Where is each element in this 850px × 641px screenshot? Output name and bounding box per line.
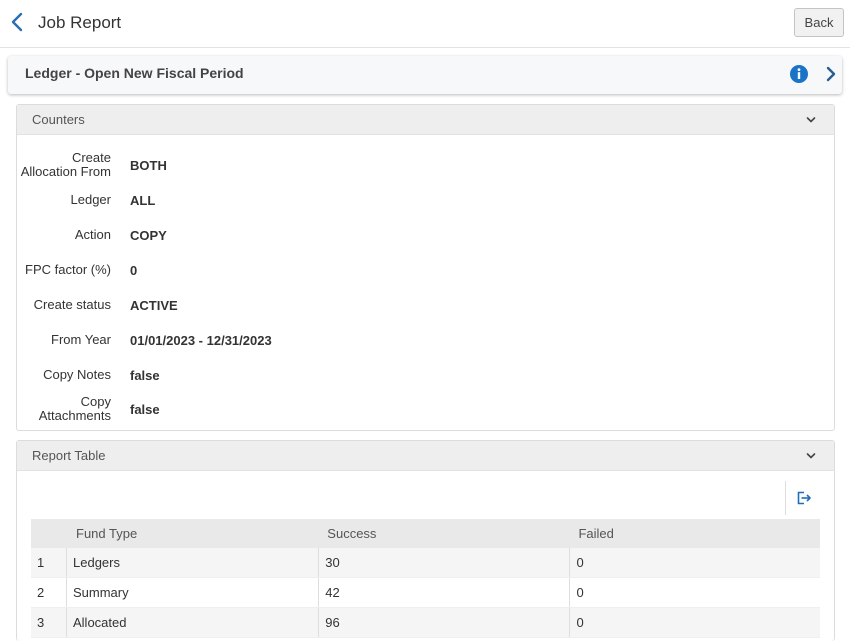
counters-section-title: Counters	[32, 112, 85, 127]
report-table-section-title: Report Table	[32, 448, 106, 463]
row-index: 1	[31, 548, 67, 578]
failed-cell: 0	[569, 607, 820, 638]
column-header-failed[interactable]: Failed	[569, 519, 820, 548]
counter-value: false	[130, 368, 160, 383]
counter-row-ledger: Ledger ALL	[17, 191, 832, 226]
counter-label: Create Allocation From	[20, 150, 111, 179]
failed-cell: 0	[569, 577, 820, 608]
counter-value: 0	[130, 263, 138, 278]
counter-label: Copy Attachments	[38, 394, 111, 423]
counter-value: ACTIVE	[130, 298, 178, 313]
table-row: 1 Ledgers 30 0	[31, 548, 820, 578]
fund-type-cell: Ledgers	[65, 548, 319, 578]
counters-section-header[interactable]: Counters	[17, 105, 834, 135]
counter-row-create-allocation-from: Create Allocation From BOTH	[17, 149, 832, 184]
process-title: Ledger - Open New Fiscal Period	[25, 65, 244, 81]
counter-label: From Year	[51, 332, 111, 347]
table-header-row: Fund Type Success Failed	[31, 519, 820, 548]
counter-label: FPC factor (%)	[25, 262, 111, 277]
failed-cell: 0	[569, 548, 820, 578]
page-title: Job Report	[38, 13, 122, 32]
report-table-section: Report Table Fund Type Success Failed 1 …	[16, 440, 835, 641]
export-button[interactable]	[785, 481, 820, 515]
counter-row-fpc-factor: FPC factor (%) 0	[17, 261, 832, 296]
fund-type-cell: Summary	[65, 577, 319, 608]
report-table: Fund Type Success Failed 1 Ledgers 30 0 …	[31, 519, 820, 638]
counter-value: ALL	[130, 193, 156, 208]
back-chevron-icon[interactable]	[8, 11, 28, 33]
fund-type-cell: Allocated	[65, 607, 319, 638]
column-header-fund-type[interactable]: Fund Type	[65, 519, 319, 548]
counter-row-create-status: Create status ACTIVE	[17, 296, 832, 331]
success-cell: 96	[318, 607, 570, 638]
top-bar: Job Report Back	[0, 0, 850, 48]
row-index: 3	[31, 607, 67, 638]
counter-label: Action	[74, 227, 111, 242]
chevron-right-icon[interactable]	[824, 66, 838, 82]
report-table-section-header[interactable]: Report Table	[17, 441, 834, 471]
counter-label: Ledger	[70, 192, 111, 207]
column-header-index	[31, 519, 67, 548]
counter-row-from-year: From Year 01/01/2023 - 12/31/2023	[17, 331, 832, 366]
counter-row-action: Action COPY	[17, 226, 832, 261]
table-row: 2 Summary 42 0	[31, 577, 820, 608]
back-button[interactable]: Back	[794, 8, 844, 37]
chevron-down-icon[interactable]	[805, 115, 817, 125]
success-cell: 42	[318, 577, 570, 608]
row-index: 2	[31, 577, 67, 608]
column-header-success[interactable]: Success	[318, 519, 570, 548]
counter-value: false	[130, 402, 160, 417]
counters-section: Counters Create Allocation From BOTH Led…	[16, 104, 835, 431]
counter-label: Copy Notes	[43, 367, 111, 382]
counter-value: 01/01/2023 - 12/31/2023	[130, 333, 272, 348]
process-header-card: Ledger - Open New Fiscal Period	[8, 56, 842, 94]
counter-value: BOTH	[130, 158, 167, 173]
info-icon[interactable]	[790, 65, 808, 83]
success-cell: 30	[318, 548, 570, 578]
counter-label: Create status	[33, 297, 111, 312]
counter-row-copy-attachments: Copy Attachments false	[17, 394, 832, 429]
export-icon	[797, 491, 811, 505]
table-row: 3 Allocated 96 0	[31, 607, 820, 638]
chevron-down-icon[interactable]	[805, 451, 817, 461]
counter-value: COPY	[130, 228, 167, 243]
